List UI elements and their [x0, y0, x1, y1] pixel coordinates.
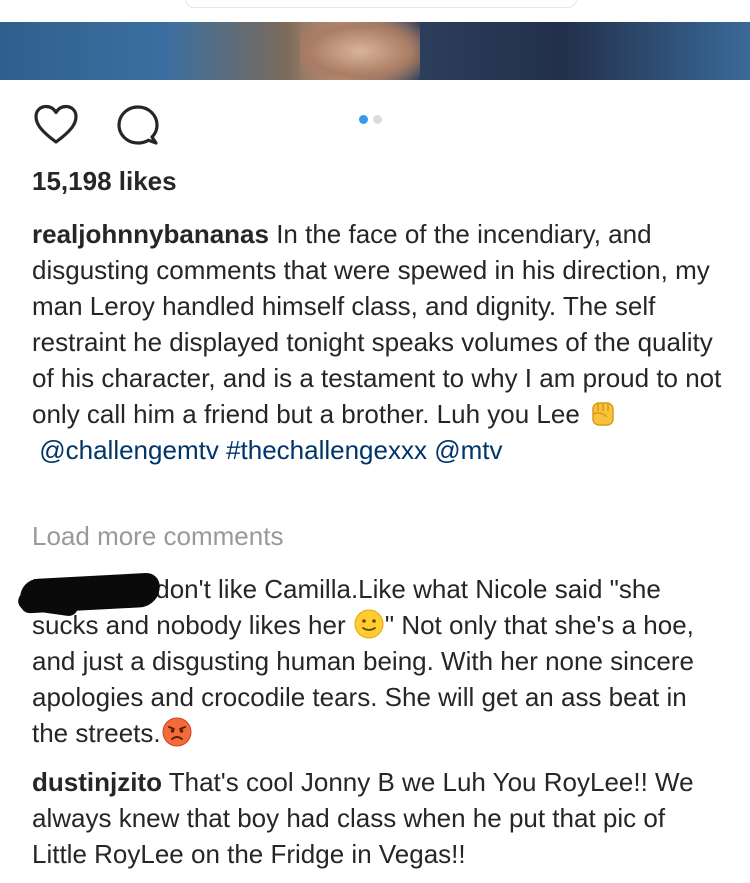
mention-mtv[interactable]: @mtv	[434, 435, 502, 465]
carousel-dot-active	[359, 115, 368, 124]
mention-challengemtv[interactable]: @challengemtv	[39, 435, 219, 465]
like-button[interactable]	[32, 103, 80, 147]
photo-detail	[300, 22, 420, 80]
top-bar	[0, 0, 750, 22]
hashtag-thechallengexxx[interactable]: #thechallengexxx	[226, 435, 427, 465]
post-actions	[32, 103, 732, 147]
comment-username[interactable]: dustinjzito	[32, 767, 162, 797]
carousel-dot	[373, 115, 382, 124]
post-photo[interactable]	[0, 0, 750, 80]
raised-fist-emoji	[592, 402, 614, 426]
comment-icon	[117, 105, 159, 145]
like-count[interactable]: 15,198 likes	[32, 166, 177, 197]
carousel-indicator	[359, 111, 387, 124]
status-pill	[185, 0, 577, 8]
pouting-face-emoji	[162, 717, 192, 747]
comment-button[interactable]	[114, 103, 162, 147]
comment-item: dustinjzito That's cool Jonny B we Luh Y…	[32, 764, 722, 872]
slightly-smiling-face-emoji	[354, 609, 384, 639]
heart-icon	[34, 104, 78, 144]
post-caption: realjohnnybananas In the face of the inc…	[32, 216, 722, 468]
load-more-comments[interactable]: Load more comments	[32, 521, 283, 552]
caption-username[interactable]: realjohnnybananas	[32, 219, 269, 249]
